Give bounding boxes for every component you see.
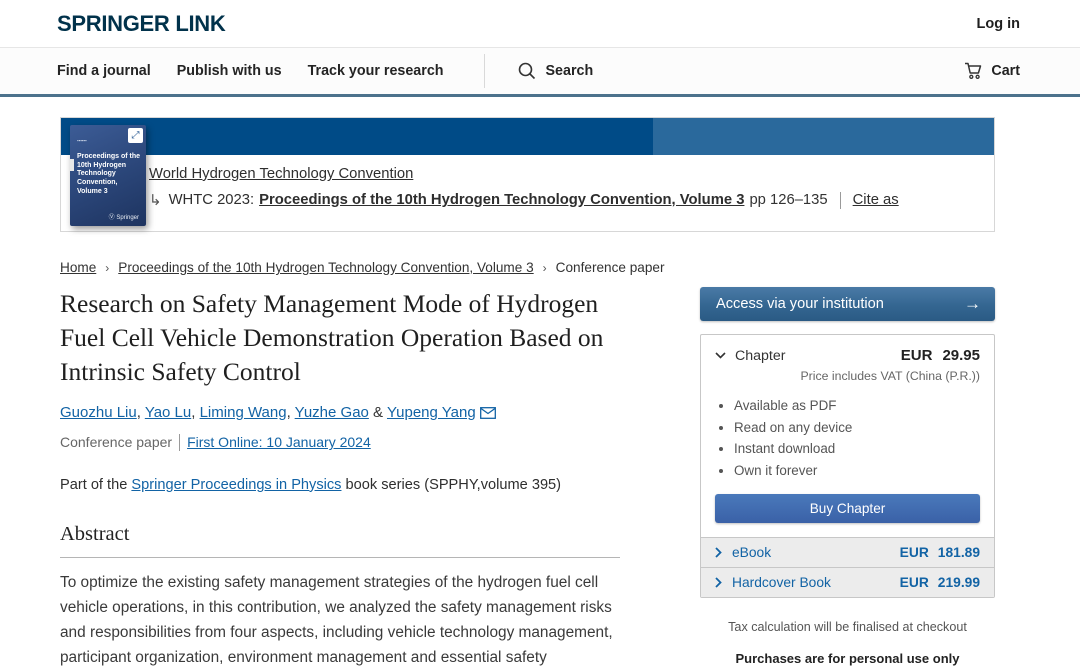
- breadcrumb-current: Conference paper: [556, 260, 665, 275]
- pricing-accordion: Chapter EUR29.95 Price includes VAT (Chi…: [700, 334, 995, 598]
- breadcrumb-separator: ›: [105, 261, 109, 275]
- cite-as-link[interactable]: Cite as: [853, 192, 899, 208]
- divider: [840, 192, 841, 209]
- breadcrumb-proceedings[interactable]: Proceedings of the 10th Hydrogen Technol…: [118, 260, 533, 275]
- first-online-link[interactable]: First Online: 10 January 2024: [187, 434, 371, 450]
- chapter-label: Chapter: [735, 348, 785, 364]
- cart-button[interactable]: Cart: [964, 62, 1020, 80]
- conference-link[interactable]: World Hydrogen Technology Convention: [149, 166, 413, 182]
- book-cover[interactable]: ▪▪▪▪▪▪ Proceedings of the 10th Hydrogen …: [70, 125, 146, 226]
- cover-title: Proceedings of the 10th Hydrogen Technol…: [77, 153, 140, 197]
- divider: [179, 434, 180, 451]
- series-link[interactable]: Springer Proceedings in Physics: [131, 477, 341, 493]
- chapter-feature: Read on any device: [734, 417, 980, 439]
- cover-publisher: Ⓥ Springer: [109, 212, 139, 221]
- chapter-feature: Own it forever: [734, 460, 980, 482]
- author-link[interactable]: Yao Lu: [145, 404, 191, 421]
- main-nav: Find a journal Publish with us Track you…: [0, 48, 1080, 97]
- hardcover-price: EUR219.99: [900, 575, 980, 590]
- purchase-sidebar: Access via your institution → Chapter EU…: [700, 287, 995, 668]
- abstract-text: To optimize the existing safety manageme…: [60, 571, 640, 668]
- author-link[interactable]: Yupeng Yang: [387, 404, 476, 421]
- chapter-feature: Available as PDF: [734, 395, 980, 417]
- buy-chapter-button[interactable]: Buy Chapter: [715, 494, 980, 523]
- book-banner: ▪▪▪▪▪▪ Proceedings of the 10th Hydrogen …: [60, 117, 995, 232]
- springer-link-logo: SPRINGER LINK: [57, 11, 225, 37]
- chevron-right-icon: [715, 577, 722, 588]
- abstract-heading: Abstract: [60, 523, 620, 546]
- banner-color-bar: [61, 118, 994, 155]
- site-header: SPRINGER LINK Log in: [0, 0, 1080, 48]
- cart-icon: [964, 62, 983, 80]
- page-range: pp 126–135: [749, 192, 827, 208]
- expand-cover-icon[interactable]: ⤢: [128, 128, 143, 143]
- hardcover-accordion-row[interactable]: Hardcover Book EUR219.99: [701, 567, 994, 597]
- chevron-right-icon: [715, 547, 722, 558]
- proceedings-link[interactable]: Proceedings of the 10th Hydrogen Technol…: [259, 192, 744, 208]
- paper-title: Research on Safety Management Mode of Hy…: [60, 287, 608, 389]
- vat-note: Price includes VAT (China (P.R.)): [715, 369, 980, 383]
- nav-find-a-journal[interactable]: Find a journal: [57, 63, 151, 79]
- chevron-down-icon: [715, 352, 726, 359]
- personal-use-note: Purchases are for personal use only: [700, 651, 995, 666]
- nav-track-your-research[interactable]: Track your research: [308, 63, 444, 79]
- author-list: Guozhu Liu, Yao Lu, Liming Wang, Yuzhe G…: [60, 404, 620, 421]
- breadcrumb-separator: ›: [543, 261, 547, 275]
- email-icon[interactable]: [480, 407, 496, 419]
- chapter-features: Available as PDFRead on any deviceInstan…: [734, 395, 980, 482]
- author-link[interactable]: Guozhu Liu: [60, 404, 137, 421]
- content-type-label: Conference paper: [60, 434, 172, 450]
- breadcrumb-home[interactable]: Home: [60, 260, 96, 275]
- hardcover-label: Hardcover Book: [732, 575, 831, 590]
- chapter-accordion-header[interactable]: Chapter EUR29.95: [715, 347, 980, 364]
- login-link[interactable]: Log in: [977, 16, 1021, 32]
- nav-publish-with-us[interactable]: Publish with us: [177, 63, 282, 79]
- chapter-price: EUR29.95: [901, 347, 980, 364]
- cart-label: Cart: [991, 63, 1020, 79]
- ebook-label: eBook: [732, 545, 771, 560]
- ebook-price: EUR181.89: [900, 545, 980, 560]
- chapter-feature: Instant download: [734, 438, 980, 460]
- conference-abbrev: WHTC 2023:: [169, 192, 255, 208]
- search-label: Search: [546, 63, 594, 79]
- nav-divider: [484, 54, 485, 88]
- branch-arrow-icon: ↳: [149, 191, 162, 209]
- search-icon: [517, 61, 537, 81]
- author-link[interactable]: Yuzhe Gao: [295, 404, 369, 421]
- breadcrumb: Home › Proceedings of the 10th Hydrogen …: [60, 260, 995, 275]
- author-link[interactable]: Liming Wang: [200, 404, 287, 421]
- search-button[interactable]: Search: [517, 61, 594, 81]
- tax-note: Tax calculation will be finalised at che…: [700, 620, 995, 634]
- access-institution-button[interactable]: Access via your institution →: [700, 287, 995, 321]
- abstract-divider: [60, 557, 620, 558]
- book-series-line: Part of the Springer Proceedings in Phys…: [60, 477, 620, 493]
- ebook-accordion-row[interactable]: eBook EUR181.89: [701, 537, 994, 567]
- chapter-section: Chapter EUR29.95 Price includes VAT (Chi…: [701, 335, 994, 537]
- arrow-right-icon: →: [964, 294, 981, 314]
